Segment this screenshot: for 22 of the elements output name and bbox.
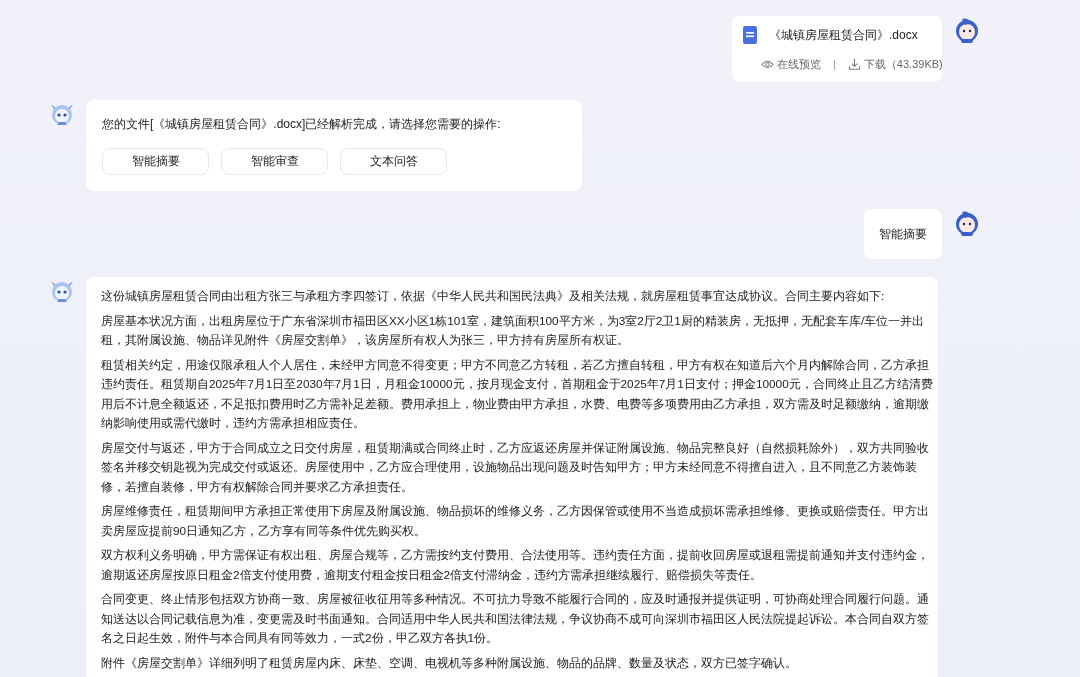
summary-paragraph: 租赁相关约定，用途仅限承租人个人居住，未经甲方同意不得变更；甲方不同意乙方转租，若乙方擅自转租，甲方有权在知道后六个月内解除合同，乙方承担违约责任。租赁期自2025年7月1日至2030年7月1日，月租金10000元，按月现金支付，首期租金于2025年7月1日支付；押金10000元，合同终止且乙方结清费用后不计息全额返还，不足抵扣费用时乙方需补足差额。费用承担上，物业费由甲方承担，水费、电费等多项费用由乙方承担，双方需及时足额缴纳，逾期缴纳影响使用或需代缴时，违约方需承担相应责任。 <box>101 356 934 432</box>
cartoon-avatar-icon <box>953 16 981 44</box>
action-button[interactable]: 文本问答 <box>340 148 447 175</box>
separator: | <box>833 57 836 72</box>
action-button[interactable]: 智能摘要 <box>102 148 209 175</box>
summary-paragraph: 这份城镇房屋租赁合同由出租方张三与承租方李四签订，依据《中华人民共和国民法典》及相关法规，就房屋租赁事宜达成协议。合同主要内容如下: <box>101 288 886 305</box>
message-text: 您的文件[《城镇房屋租赁合同》.docx]已经解析完成，请选择您需要的操作: <box>102 116 502 133</box>
cartoon-avatar-icon <box>953 209 981 237</box>
summary-paragraph: 双方权利义务明确，甲方需保证有权出租、房屋合规等，乙方需按约支付费用、合法使用等。违约责任方面，提前收回房屋或退租需提前通知并支付违约金，逾期返还房屋按原日租金2倍支付使用费，逾期支付租金按日租金2倍支付滞纳金，违约方需承担继续履行、赔偿损失等责任。 <box>101 547 930 584</box>
summary-paragraph: 房屋基本状况方面，出租房屋位于广东省深圳市福田区XX小区1栋101室，建筑面积100平方米，为3室2厅2卫1厨的精装房，无抵押，无配套车库/车位一并出租，其附属设施、物品详见附件《房屋交割单》，该房屋所有权人为张三，甲方持有房屋所有权证。 <box>101 312 926 349</box>
download-icon <box>847 57 861 71</box>
summary-paragraph: 附件《房屋交割单》详细列明了租赁房屋内床、床垫、空调、电视机等多种附属设施、物品的品牌、数量及状态，双方已签字确认。 <box>101 654 798 672</box>
download-link[interactable]: 下载（43.39KB) <box>847 54 943 74</box>
user-message: 智能摘要 <box>864 209 942 259</box>
summary-paragraph: 合同变更、终止情形包括双方协商一致、房屋被征收征用等多种情况。不可抗力导致不能履行合同的，应及时通报并提供证明，可协商处理合同履行问题。通知送达以合同记载信息为准，变更需及时书面通知。合同适用中华人民共和国法律法规，争议协商不成可向深圳市福田区人民法院提起诉讼。本合同自双方签名之日起生效，附件与本合同具有同等效力，一式2份，甲乙双方各执1份。 <box>101 591 930 647</box>
document-icon <box>743 26 757 44</box>
file-card[interactable]: 《城镇房屋租赁合同》.docx 在线预览 | 下载（43.39KB) <box>732 16 942 82</box>
summary-paragraph: 房屋维修责任，租赁期间甲方承担正常使用下房屋及附属设施、物品损坏的维修义务，乙方因保管或使用不当造成损坏需承担维修、更换或赔偿责任。甲方出卖房屋应提前90日通知乙方，乙方享有同等条件优先购买权。 <box>101 503 930 540</box>
file-name: 《城镇房屋租赁合同》.docx <box>769 27 918 44</box>
action-button[interactable]: 智能审查 <box>221 148 328 175</box>
summary-paragraph: 房屋交付与返还，甲方于合同成立之日交付房屋，租赁期满或合同终止时，乙方应返还房屋并保证附属设施、物品完整良好（自然损耗除外），双方共同验收签名并移交钥匙视为完成交付或返还。房屋使用中，乙方应合理使用，设施物品出现问题及时告知甲方；甲方未经同意不得擅自进入，且不同意乙方装饰装修，若擅自装修，甲方有权解除合同并要求乙方承担责任。 <box>101 439 930 496</box>
preview-link[interactable]: 在线预览 <box>761 54 821 74</box>
